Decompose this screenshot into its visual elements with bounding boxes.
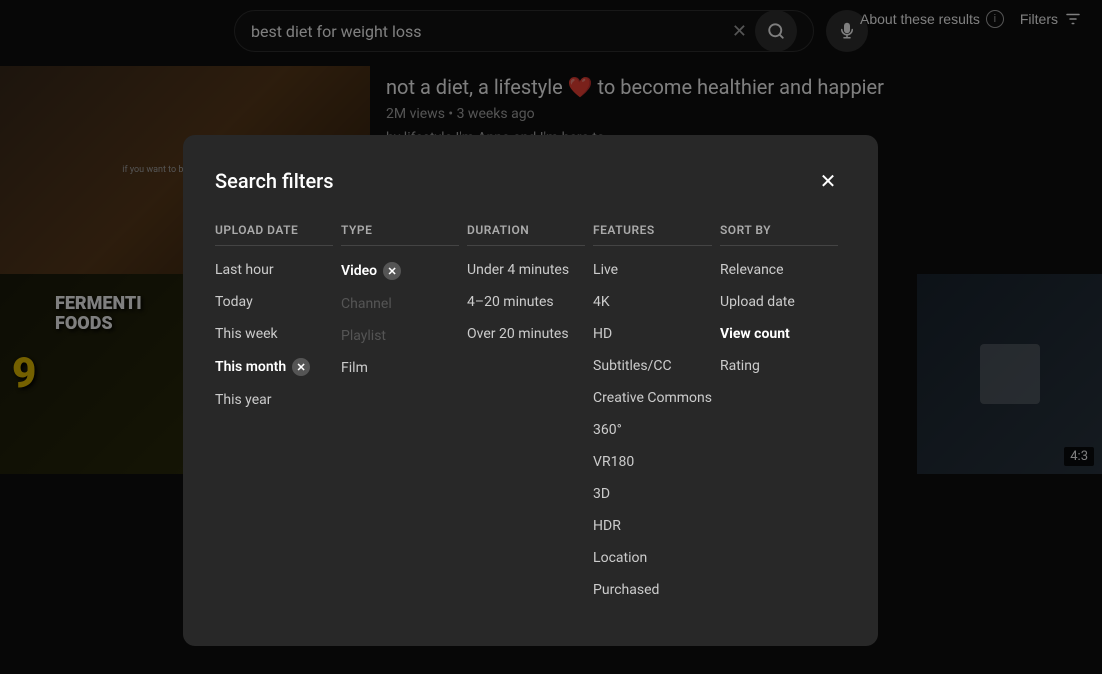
filter-playlist: Playlist [341, 328, 459, 344]
sort-by-column: SORT BY Relevance Upload date View count… [720, 223, 846, 614]
sort-relevance[interactable]: Relevance [720, 262, 838, 278]
filter-under-4min[interactable]: Under 4 minutes [467, 262, 585, 278]
filter-360[interactable]: 360° [593, 422, 712, 438]
filter-hd[interactable]: HD [593, 326, 712, 342]
filter-video[interactable]: Video ✕ [341, 262, 459, 280]
filter-4k[interactable]: 4K [593, 294, 712, 310]
filter-vr180[interactable]: VR180 [593, 454, 712, 470]
remove-this-month-badge[interactable]: ✕ [292, 358, 310, 376]
filter-over-20min[interactable]: Over 20 minutes [467, 326, 585, 342]
filter-today[interactable]: Today [215, 294, 333, 310]
filter-3d[interactable]: 3D [593, 486, 712, 502]
type-header: TYPE [341, 223, 459, 246]
filter-this-year[interactable]: This year [215, 392, 333, 408]
filter-4-20min[interactable]: 4–20 minutes [467, 294, 585, 310]
filter-last-hour[interactable]: Last hour [215, 262, 333, 278]
duration-column: DURATION Under 4 minutes 4–20 minutes Ov… [467, 223, 593, 614]
filter-creative-commons[interactable]: Creative Commons [593, 390, 712, 406]
duration-header: DURATION [467, 223, 585, 246]
filter-location[interactable]: Location [593, 550, 712, 566]
filter-film[interactable]: Film [341, 360, 459, 376]
search-filters-modal: Search filters ✕ UPLOAD DATE Last hour T… [183, 135, 878, 646]
upload-date-header: UPLOAD DATE [215, 223, 333, 246]
upload-date-column: UPLOAD DATE Last hour Today This week Th… [215, 223, 341, 614]
filter-channel: Channel [341, 296, 459, 312]
close-icon: ✕ [820, 169, 837, 194]
remove-video-badge[interactable]: ✕ [383, 262, 401, 280]
modal-title: Search filters [215, 169, 334, 193]
sort-upload-date[interactable]: Upload date [720, 294, 838, 310]
filter-columns: UPLOAD DATE Last hour Today This week Th… [215, 223, 846, 614]
filter-live[interactable]: Live [593, 262, 712, 278]
features-column: FEATURES Live 4K HD Subtitles/CC Creativ… [593, 223, 720, 614]
sort-view-count[interactable]: View count [720, 326, 838, 342]
sort-by-header: SORT BY [720, 223, 838, 246]
features-header: FEATURES [593, 223, 712, 246]
modal-close-button[interactable]: ✕ [810, 163, 846, 199]
filter-subtitles[interactable]: Subtitles/CC [593, 358, 712, 374]
filter-purchased[interactable]: Purchased [593, 582, 712, 598]
modal-header: Search filters ✕ [215, 163, 846, 199]
filter-this-week[interactable]: This week [215, 326, 333, 342]
filter-this-month[interactable]: This month ✕ [215, 358, 333, 376]
filter-hdr[interactable]: HDR [593, 518, 712, 534]
type-column: TYPE Video ✕ Channel Playlist Film [341, 223, 467, 614]
sort-rating[interactable]: Rating [720, 358, 838, 374]
